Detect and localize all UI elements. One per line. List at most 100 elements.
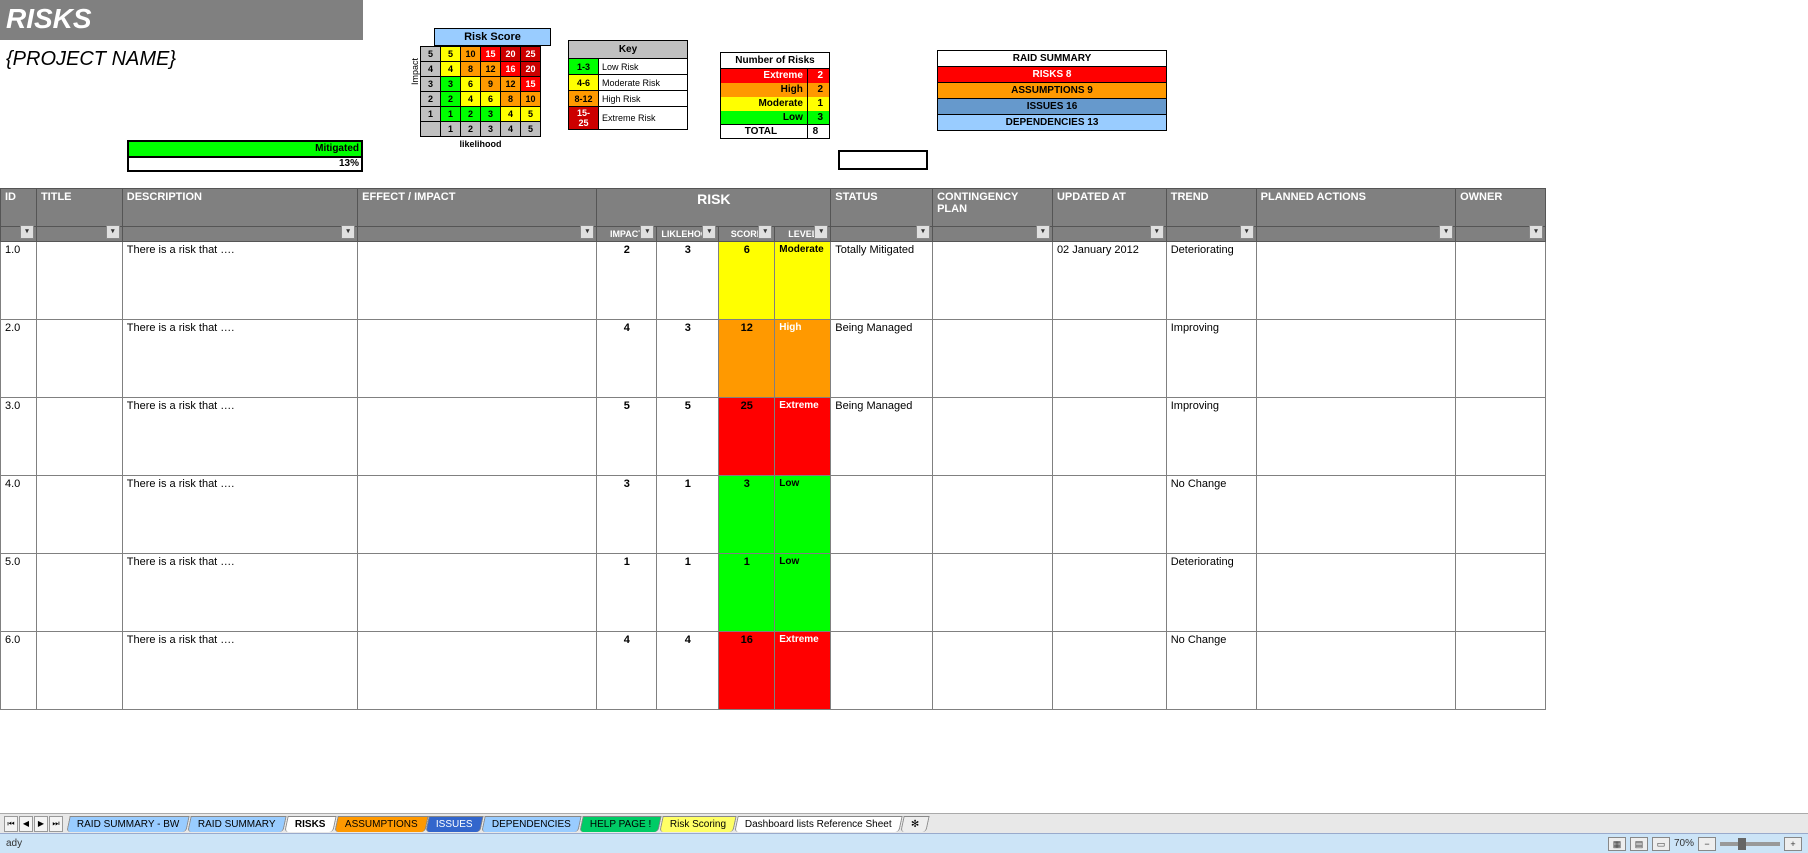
sheet-tab[interactable]: ASSUMPTIONS [334, 816, 428, 832]
matrix-cell: 20 [501, 47, 521, 62]
zoom-slider[interactable] [1738, 838, 1746, 850]
zoom-in-icon[interactable]: + [1784, 837, 1802, 851]
col-status: STATUS [831, 189, 933, 227]
filter-title[interactable]: ▾ [106, 225, 120, 239]
sheet-tab[interactable]: Risk Scoring [660, 816, 738, 832]
key-title: Key [569, 41, 688, 59]
tab-first-icon[interactable]: ⏮ [4, 816, 18, 832]
filter-trend[interactable]: ▾ [1240, 225, 1254, 239]
filter-score[interactable]: ▾ [758, 225, 772, 239]
selected-cell[interactable] [838, 150, 928, 170]
tab-next-icon[interactable]: ▶ [34, 816, 48, 832]
matrix-cell: 4 [461, 92, 481, 107]
filter-status[interactable]: ▾ [916, 225, 930, 239]
sheet-tab[interactable]: RAID SUMMARY [188, 816, 287, 832]
numrisk-label: Extreme [721, 69, 808, 83]
col-impact: IMPACT▾ [597, 227, 657, 242]
filter-effect[interactable]: ▾ [580, 225, 594, 239]
sheet-tab[interactable]: RISKS [284, 816, 336, 832]
matrix-cell: 12 [481, 62, 501, 77]
filter-liklehood[interactable]: ▾ [702, 225, 716, 239]
tab-prev-icon[interactable]: ◀ [19, 816, 33, 832]
matrix-cell: 5 [521, 107, 541, 122]
filter-updated[interactable]: ▾ [1150, 225, 1164, 239]
key-label: High Risk [599, 91, 688, 107]
raid-row: ASSUMPTIONS 9 [938, 83, 1167, 99]
matrix-row-label: 3 [421, 77, 441, 92]
matrix-cell: 10 [521, 92, 541, 107]
table-row[interactable]: 3.0There is a risk that ….5525ExtremeBei… [1, 398, 1546, 476]
zoom-controls: ▦ ▤ ▭ 70% − + [1608, 837, 1802, 851]
mitigated-pct: 13% [127, 158, 363, 172]
matrix-cell: 16 [501, 62, 521, 77]
filter-impact[interactable]: ▾ [640, 225, 654, 239]
zoom-level: 70% [1674, 838, 1694, 849]
numrisk-count: 3 [807, 111, 829, 125]
matrix-row-label: 1 [421, 107, 441, 122]
sheet-tab[interactable]: HELP PAGE ! [579, 816, 662, 832]
key-label: Moderate Risk [599, 75, 688, 91]
view-break-icon[interactable]: ▭ [1652, 837, 1670, 851]
filter-id[interactable]: ▾ [20, 225, 34, 239]
sheet-tab[interactable]: Dashboard lists Reference Sheet [735, 816, 903, 832]
table-row[interactable]: 4.0There is a risk that ….313LowNo Chang… [1, 476, 1546, 554]
col-liklehood: LIKLEHOOD▾ [657, 227, 719, 242]
view-layout-icon[interactable]: ▤ [1630, 837, 1648, 851]
sheet-tab[interactable]: RAID SUMMARY - BW [66, 816, 190, 832]
matrix-cell: 4 [441, 62, 461, 77]
table-row[interactable]: 1.0There is a risk that ….236ModerateTot… [1, 242, 1546, 320]
numrisk-label: Low [721, 111, 808, 125]
matrix-cell: 3 [481, 107, 501, 122]
raid-summary: RAID SUMMARY RISKS 8ASSUMPTIONS 9ISSUES … [937, 50, 1167, 131]
numrisk-count: 2 [807, 69, 829, 83]
sheet-tab[interactable]: ISSUES [426, 816, 484, 832]
matrix-row-label: 2 [421, 92, 441, 107]
raid-row: ISSUES 16 [938, 99, 1167, 115]
filter-contingency[interactable]: ▾ [1036, 225, 1050, 239]
col-contingency: CONTINGENCY PLAN [933, 189, 1053, 227]
key-range: 1-3 [569, 59, 599, 75]
key-legend: Key 1-3Low Risk4-6Moderate Risk8-12High … [568, 40, 688, 130]
matrix-cell: 2 [441, 92, 461, 107]
matrix-cell: 8 [501, 92, 521, 107]
matrix-cell: 6 [461, 77, 481, 92]
matrix-cell: 10 [461, 47, 481, 62]
number-of-risks: Number of Risks Extreme2High2Moderate1Lo… [720, 52, 830, 139]
matrix-col-label: 2 [461, 122, 481, 137]
key-range: 4-6 [569, 75, 599, 91]
matrix-cell: 25 [521, 47, 541, 62]
col-level: LEVEL▾ [775, 227, 831, 242]
table-row[interactable]: 6.0There is a risk that ….4416ExtremeNo … [1, 632, 1546, 710]
new-sheet-icon[interactable]: ✻ [901, 816, 931, 832]
matrix-cell: 1 [441, 107, 461, 122]
sheet-tab[interactable]: DEPENDENCIES [481, 816, 581, 832]
filter-planned[interactable]: ▾ [1439, 225, 1453, 239]
status-ready: ady [6, 838, 22, 849]
numrisk-label: High [721, 83, 808, 97]
col-title: TITLE [36, 189, 122, 227]
mitigated-bar: Mitigated [127, 140, 363, 158]
table-row[interactable]: 2.0There is a risk that ….4312HighBeing … [1, 320, 1546, 398]
status-bar: ady ▦ ▤ ▭ 70% − + [0, 833, 1808, 853]
impact-axis-label: Impact [410, 58, 420, 85]
filter-description[interactable]: ▾ [341, 225, 355, 239]
table-row[interactable]: 5.0There is a risk that ….111LowDeterior… [1, 554, 1546, 632]
view-normal-icon[interactable]: ▦ [1608, 837, 1626, 851]
raid-title: RAID SUMMARY [938, 51, 1167, 67]
filter-level[interactable]: ▾ [814, 225, 828, 239]
col-trend: TREND [1166, 189, 1256, 227]
matrix-cell: 2 [461, 107, 481, 122]
raid-row: DEPENDENCIES 13 [938, 115, 1167, 131]
key-label: Low Risk [599, 59, 688, 75]
matrix-row-label: 4 [421, 62, 441, 77]
likelihood-axis-label: likelihood [421, 137, 541, 152]
col-description: DESCRIPTION [122, 189, 357, 227]
col-id: ID [1, 189, 37, 227]
zoom-out-icon[interactable]: − [1698, 837, 1716, 851]
matrix-cell: 6 [481, 92, 501, 107]
matrix-col-label: 1 [441, 122, 461, 137]
risks-table: ID TITLE DESCRIPTION EFFECT / IMPACT RIS… [0, 188, 1546, 710]
filter-owner[interactable]: ▾ [1529, 225, 1543, 239]
matrix-cell: 3 [441, 77, 461, 92]
tab-last-icon[interactable]: ⏭ [49, 816, 63, 832]
